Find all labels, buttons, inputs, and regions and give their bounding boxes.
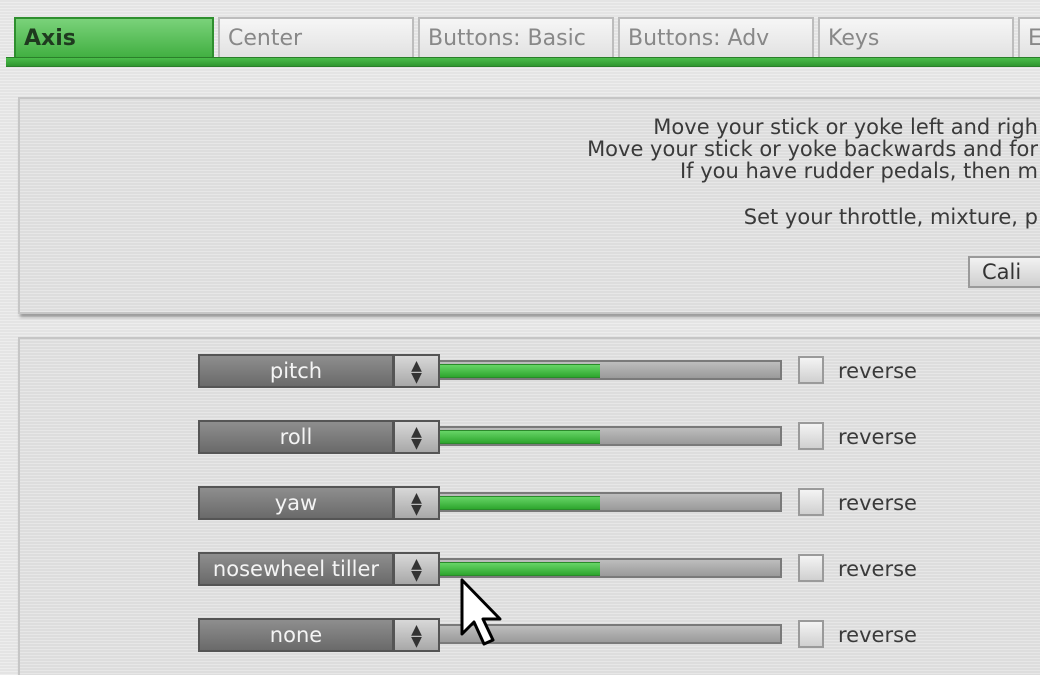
axis-assignment-value: roll <box>198 420 394 454</box>
reverse-label: reverse <box>838 623 917 647</box>
tab-bar: Axis Center Buttons: Basic Buttons: Adv … <box>0 0 1040 72</box>
up-down-arrow-icon[interactable]: ▲ ▼ <box>394 552 440 586</box>
axis-assignment-value: none <box>198 618 394 652</box>
axis-row: none ▲ ▼ reverse <box>198 618 958 652</box>
tab-underline <box>6 57 1040 67</box>
axis-level-bar <box>440 426 782 446</box>
up-down-arrow-icon[interactable]: ▲ ▼ <box>394 618 440 652</box>
instruction-left-right: Move your stick or yoke left and righ <box>653 115 1038 139</box>
reverse-checkbox[interactable] <box>798 422 824 450</box>
axis-assignment-value: yaw <box>198 486 394 520</box>
axis-level-fill <box>440 364 600 378</box>
tab-axis[interactable]: Axis <box>14 17 214 59</box>
axis-assignment-select[interactable]: pitch ▲ ▼ <box>198 354 440 388</box>
axis-level-fill <box>440 496 600 510</box>
tab-center[interactable]: Center <box>218 17 414 57</box>
axis-assignment-select[interactable]: nosewheel tiller ▲ ▼ <box>198 552 440 586</box>
axis-row: nosewheel tiller ▲ ▼ reverse <box>198 552 958 586</box>
axis-level-fill <box>440 562 600 576</box>
axis-assignment-value: pitch <box>198 354 394 388</box>
reverse-label: reverse <box>838 359 917 383</box>
reverse-checkbox[interactable] <box>798 554 824 582</box>
up-down-arrow-icon[interactable]: ▲ ▼ <box>394 420 440 454</box>
tab-keys[interactable]: Keys <box>818 17 1014 57</box>
axis-level-bar <box>440 558 782 578</box>
reverse-label: reverse <box>838 557 917 581</box>
axis-level-bar <box>440 492 782 512</box>
axis-row: pitch ▲ ▼ reverse <box>198 354 958 388</box>
reverse-checkbox[interactable] <box>798 620 824 648</box>
axis-assignment-select[interactable]: yaw ▲ ▼ <box>198 486 440 520</box>
axis-row: yaw ▲ ▼ reverse <box>198 486 958 520</box>
axis-assignment-select[interactable]: none ▲ ▼ <box>198 618 440 652</box>
axis-level-bar <box>440 360 782 380</box>
up-down-arrow-icon[interactable]: ▲ ▼ <box>394 354 440 388</box>
tab-buttons-basic[interactable]: Buttons: Basic <box>418 17 614 57</box>
axis-assignment-value: nosewheel tiller <box>198 552 394 586</box>
instruction-rudder: If you have rudder pedals, then m <box>679 159 1038 183</box>
mouse-pointer-icon <box>460 578 502 646</box>
tab-next[interactable]: E <box>1018 17 1040 57</box>
instruction-back-forward: Move your stick or yoke backwards and fo… <box>587 137 1038 161</box>
axis-level-fill <box>440 430 600 444</box>
reverse-label: reverse <box>838 491 917 515</box>
instructions-panel: Move your stick or yoke left and righ Mo… <box>18 97 1040 314</box>
up-down-arrow-icon[interactable]: ▲ ▼ <box>394 486 440 520</box>
reverse-label: reverse <box>838 425 917 449</box>
reverse-checkbox[interactable] <box>798 488 824 516</box>
instruction-throttle: Set your throttle, mixture, p <box>743 205 1038 229</box>
reverse-checkbox[interactable] <box>798 356 824 384</box>
calibrate-button[interactable]: Cali <box>968 256 1040 288</box>
tab-buttons-adv[interactable]: Buttons: Adv <box>618 17 814 57</box>
axis-assignment-select[interactable]: roll ▲ ▼ <box>198 420 440 454</box>
axis-row: roll ▲ ▼ reverse <box>198 420 958 454</box>
